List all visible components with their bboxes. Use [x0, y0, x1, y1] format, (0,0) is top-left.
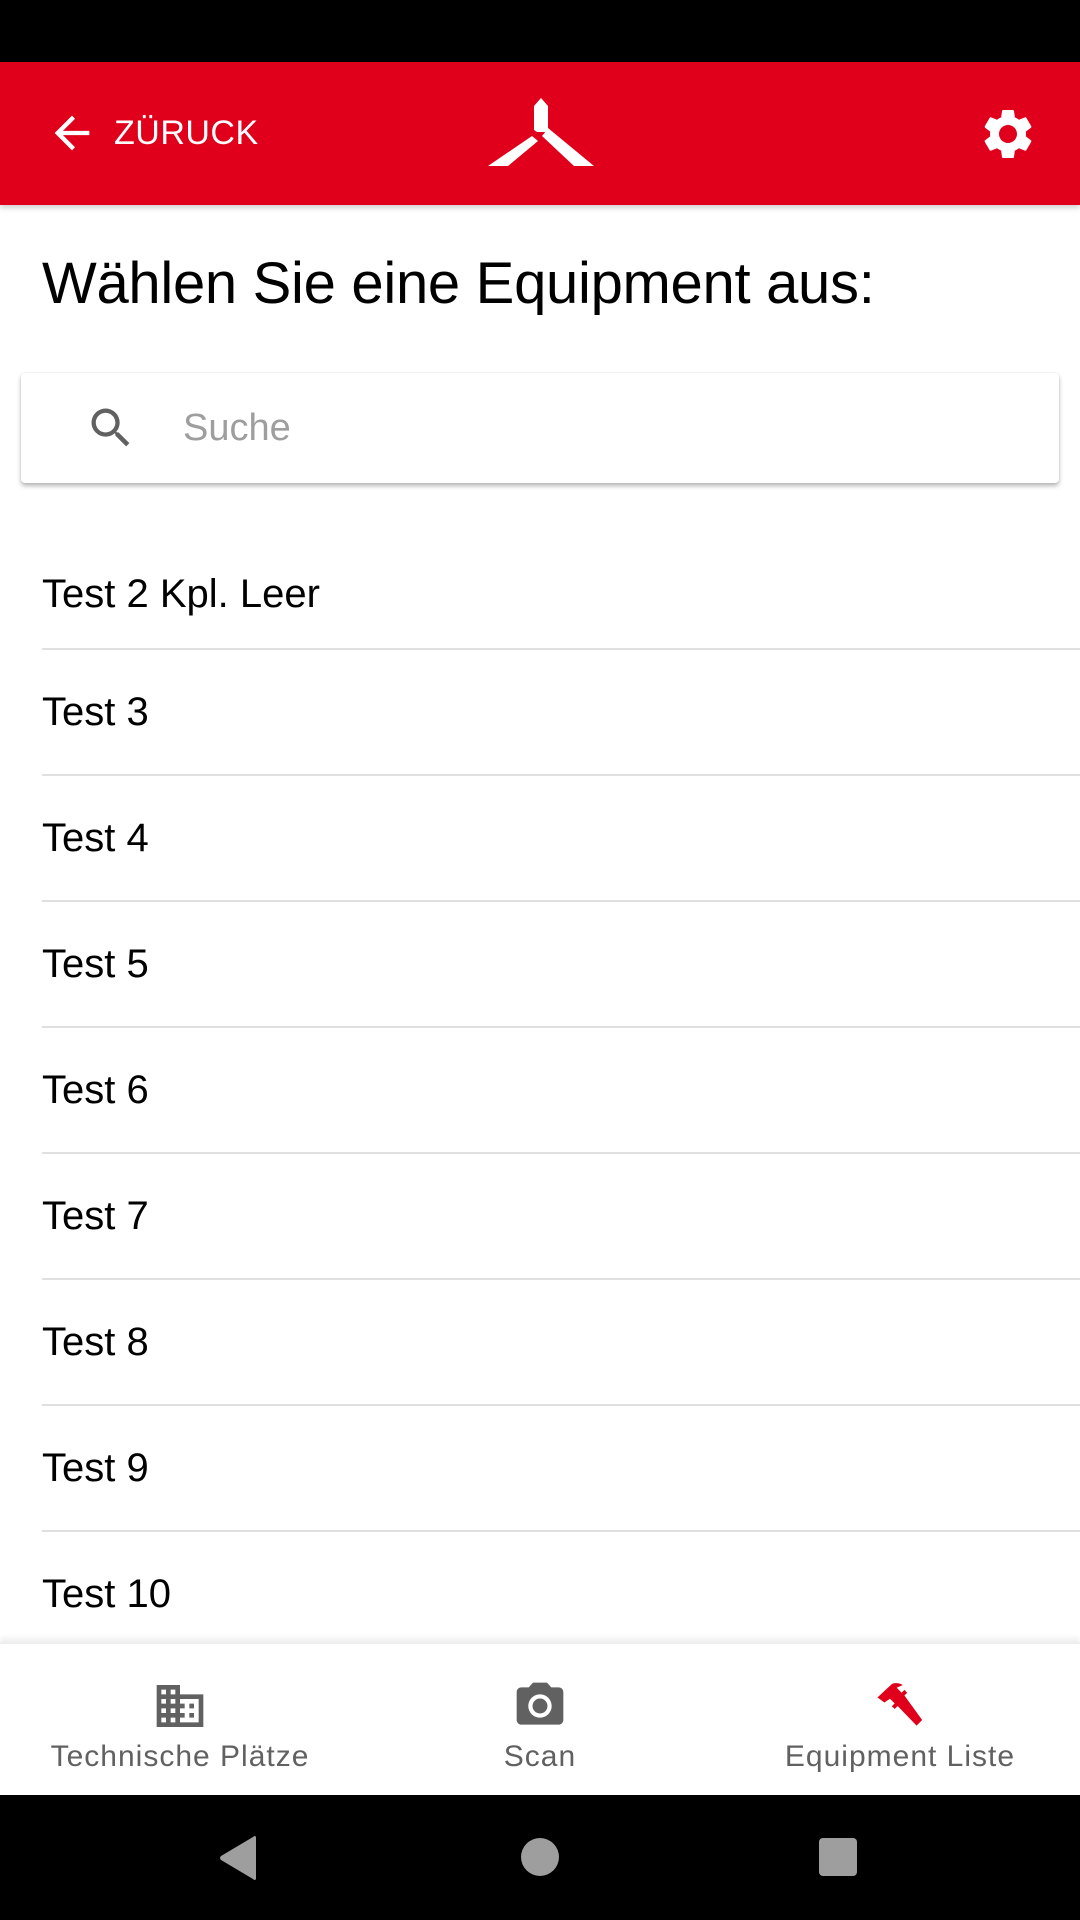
tab-label: Scan: [503, 1740, 577, 1773]
tab-scan[interactable]: Scan: [360, 1644, 720, 1797]
list-item-label: Test 3: [42, 689, 149, 734]
list-item-label: Test 10: [42, 1571, 171, 1616]
list-item-label: Test 2 Kpl. Leer: [42, 572, 320, 616]
list-item[interactable]: Test 6: [42, 1028, 1080, 1154]
company-logo-icon: [488, 98, 594, 166]
tab-label: Technische Plätze: [50, 1740, 310, 1773]
system-recents-icon[interactable]: [818, 1837, 858, 1877]
list-item-label: Test 6: [42, 1067, 149, 1112]
list-item[interactable]: Test 7: [42, 1154, 1080, 1280]
bottom-navigation: Technische Plätze Scan Equipment Liste: [0, 1642, 1080, 1797]
system-navigation-bar: [0, 1795, 1080, 1920]
gear-icon[interactable]: [978, 104, 1038, 164]
search-input[interactable]: [181, 405, 965, 451]
list-item[interactable]: Test 9: [42, 1406, 1080, 1532]
list-item-label: Test 5: [42, 941, 149, 986]
back-label: ZÜRUCK: [114, 113, 259, 152]
list-item[interactable]: Test 8: [42, 1280, 1080, 1406]
list-item-label: Test 9: [42, 1445, 149, 1490]
search-icon: [91, 408, 130, 447]
back-button[interactable]: ZÜRUCK: [46, 100, 259, 166]
list-item[interactable]: Test 10: [42, 1532, 1080, 1642]
system-back-icon[interactable]: [218, 1835, 258, 1881]
camera-icon: [516, 1682, 564, 1725]
list-item[interactable]: Test 2 Kpl. Leer: [42, 525, 1080, 650]
equipment-list: Test 2 Kpl. Leer Test 3 Test 4 Test 5 Te…: [0, 525, 1080, 1642]
list-item-label: Test 4: [42, 815, 149, 860]
tab-equipment-liste[interactable]: Equipment Liste: [720, 1644, 1080, 1797]
search-bar: [21, 373, 1059, 483]
arrow-left-icon: [54, 115, 90, 151]
app-bar: ZÜRUCK: [0, 62, 1080, 205]
system-home-icon[interactable]: [520, 1837, 560, 1877]
tab-technische-plaetze[interactable]: Technische Plätze: [0, 1644, 360, 1797]
list-item-label: Test 8: [42, 1319, 149, 1364]
page-title: Wählen Sie eine Equipment aus:: [42, 251, 875, 316]
tab-label: Equipment Liste: [784, 1740, 1016, 1773]
list-item-label: Test 7: [42, 1193, 149, 1238]
list-item[interactable]: Test 3: [42, 650, 1080, 776]
list-item[interactable]: Test 4: [42, 776, 1080, 902]
status-bar: [0, 0, 1080, 62]
hammer-icon: [877, 1683, 923, 1726]
list-item[interactable]: Test 5: [42, 902, 1080, 1028]
building-icon: [156, 1685, 204, 1727]
